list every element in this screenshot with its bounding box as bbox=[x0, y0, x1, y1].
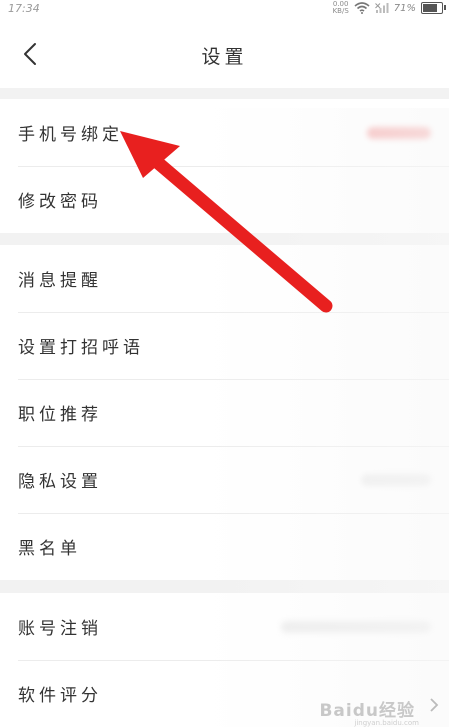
status-bar: 17:34 0.00 KB/S 71% bbox=[0, 0, 449, 20]
settings-item-label: 黑名单 bbox=[18, 539, 81, 559]
settings-group-general: 消息提醒 设置打招呼语 职位推荐 隐私设置 黑名单 bbox=[0, 245, 449, 580]
blurred-value bbox=[367, 127, 431, 139]
settings-item-label: 账号注销 bbox=[18, 619, 102, 639]
settings-group-account: 手机号绑定 修改密码 bbox=[0, 99, 449, 233]
settings-item-account-cancellation[interactable]: 账号注销 bbox=[0, 593, 449, 660]
settings-item-phone-binding[interactable]: 手机号绑定 bbox=[0, 99, 449, 166]
network-speed: 0.00 KB/S bbox=[333, 1, 349, 15]
settings-item-label: 修改密码 bbox=[18, 192, 102, 212]
settings-item-job-recommendation[interactable]: 职位推荐 bbox=[0, 379, 449, 446]
status-time: 17:34 bbox=[8, 2, 40, 15]
signal-icon bbox=[374, 3, 389, 13]
wifi-icon bbox=[354, 2, 370, 14]
watermark-logo: Baidu经验 bbox=[319, 701, 415, 721]
network-speed-unit: KB/S bbox=[332, 7, 349, 15]
page-title: 设置 bbox=[201, 46, 248, 68]
status-icons: 0.00 KB/S 71% bbox=[333, 1, 446, 15]
settings-item-label: 消息提醒 bbox=[18, 271, 102, 291]
settings-item-label: 设置打招呼语 bbox=[18, 338, 144, 358]
blurred-value bbox=[281, 621, 431, 633]
settings-item-label: 手机号绑定 bbox=[18, 125, 123, 145]
battery-percent: 71% bbox=[393, 2, 416, 14]
settings-item-privacy[interactable]: 隐私设置 bbox=[0, 446, 449, 513]
settings-item-blacklist[interactable]: 黑名单 bbox=[0, 513, 449, 580]
settings-item-greeting[interactable]: 设置打招呼语 bbox=[0, 312, 449, 379]
chevron-right-icon bbox=[430, 698, 439, 712]
watermark-url: jingyan.baidu.com bbox=[354, 719, 419, 727]
battery-icon bbox=[421, 2, 446, 14]
blurred-value bbox=[361, 474, 431, 486]
settings-item-message-reminder[interactable]: 消息提醒 bbox=[0, 245, 449, 312]
settings-item-change-password[interactable]: 修改密码 bbox=[0, 166, 449, 233]
settings-item-label: 隐私设置 bbox=[18, 472, 102, 492]
nav-bar: 设置 bbox=[0, 20, 449, 88]
settings-item-label: 软件评分 bbox=[18, 686, 102, 706]
settings-item-label: 职位推荐 bbox=[18, 405, 102, 425]
